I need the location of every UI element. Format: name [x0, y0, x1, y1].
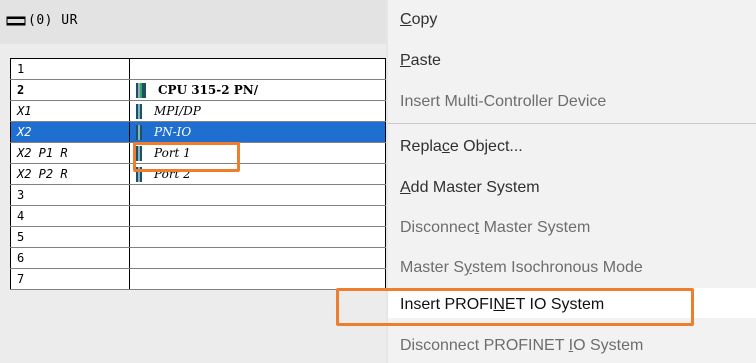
menu-item-paste[interactable]: Paste — [400, 49, 441, 73]
rack-slot-cell[interactable]: X1 — [10, 100, 130, 122]
rack-title: (0) UR — [28, 13, 78, 28]
menu-separator — [388, 123, 756, 124]
rack-module-cell[interactable]: MPI/DP — [129, 100, 386, 122]
menu-item-copy[interactable]: Copy — [400, 8, 437, 32]
menu-label-part: stem Isochronous Mode — [472, 259, 643, 276]
menu-label-part: O System — [573, 337, 644, 354]
rack-slot-cell[interactable]: 2 — [10, 79, 130, 101]
rack-title-bar[interactable]: (0) UR — [0, 0, 386, 45]
pn-io-highlight-outline — [133, 142, 240, 172]
rack-row[interactable]: 3 — [10, 184, 386, 206]
rack-slot-cell[interactable]: 3 — [10, 184, 130, 206]
menu-access-key: A — [400, 179, 411, 196]
rack-slot-cell[interactable]: 1 — [10, 58, 130, 80]
rack-slot-cell[interactable]: X2 P2 R — [10, 163, 130, 185]
menu-label-part: opy — [411, 11, 438, 28]
rack-row[interactable]: X2 PN-IO — [10, 121, 386, 143]
menu-label-part: Disconnect PROFINET — [400, 337, 569, 354]
rack-module-label: CPU 315-2 PN/ — [158, 82, 259, 97]
rack-row[interactable]: 6 — [10, 247, 386, 269]
interface-module-icon — [136, 124, 142, 140]
rack-module-cell[interactable] — [129, 268, 386, 290]
rack-slot-cell[interactable]: 5 — [10, 226, 130, 248]
rack-slot-cell[interactable]: X2 P1 R — [10, 142, 130, 164]
menu-item-replace-object[interactable]: Replace Object... — [400, 135, 523, 159]
rack-module-label: MPI/DP — [154, 103, 201, 118]
rack-row[interactable]: 4 — [10, 205, 386, 227]
rack-slot-cell[interactable]: 4 — [10, 205, 130, 227]
rack-row[interactable]: X1 MPI/DP — [10, 100, 386, 122]
rack-row[interactable]: 2 CPU 315-2 PN/ — [10, 79, 386, 101]
menu-item-disconnect-profinet-io-system[interactable]: Disconnect PROFINET IO System — [400, 334, 643, 358]
menu-access-key: C — [400, 11, 412, 28]
rack-module-cell[interactable] — [129, 226, 386, 248]
rack-module-cell[interactable] — [129, 247, 386, 269]
menu-access-key: y — [464, 259, 473, 276]
rack-icon — [6, 16, 26, 26]
rack-slot-cell[interactable]: 6 — [10, 247, 130, 269]
menu-access-key: P — [400, 52, 411, 69]
rack-row[interactable]: 5 — [10, 226, 386, 248]
rack-module-label: PN-IO — [154, 124, 192, 139]
menu-label-part: Master System — [479, 219, 591, 236]
cpu-module-icon — [136, 82, 146, 98]
menu-access-key: c — [441, 138, 450, 155]
menu-label-part: dd Master System — [410, 179, 540, 196]
menu-item-master-system-isochronous-mode[interactable]: Master System Isochronous Mode — [400, 256, 643, 280]
rack-row[interactable]: 7 — [10, 268, 386, 290]
rack-slot-cell[interactable]: X2 — [10, 121, 130, 143]
menu-label-part: aste — [410, 52, 441, 69]
menu-label-part: Insert Multi-Controller Device — [400, 93, 607, 110]
menu-label-part: Repla — [400, 138, 442, 155]
menu-item-add-master-system[interactable]: Add Master System — [400, 176, 540, 200]
rack-table: 1 2 CPU 315-2 PN/X1 MPI/DP X2 PN-IO X2 P1 R Por… — [10, 58, 386, 290]
rack-module-cell[interactable] — [129, 205, 386, 227]
menu-item-disconnect-master-system[interactable]: Disconnect Master System — [400, 216, 590, 240]
hardware-config-panel: (0) UR 1 2 CPU 315-2 PN/X1 MPI/DP X2 PN-IO X2 … — [0, 0, 386, 363]
insert-profinet-highlight-outline — [336, 288, 694, 326]
rack-module-cell[interactable]: CPU 315-2 PN/ — [129, 79, 386, 101]
menu-label-part: Disconnec — [400, 219, 475, 236]
interface-module-icon — [136, 103, 142, 119]
menu-label-part: e Object... — [449, 138, 523, 155]
rack-row[interactable]: 1 — [10, 58, 386, 80]
menu-label-part: Master S — [400, 259, 465, 276]
rack-module-cell[interactable] — [129, 58, 386, 80]
rack-module-cell[interactable]: PN-IO — [129, 121, 386, 143]
rack-area: 1 2 CPU 315-2 PN/X1 MPI/DP X2 PN-IO X2 P1 R Por… — [0, 44, 386, 363]
rack-module-cell[interactable] — [129, 184, 386, 206]
rack-slot-cell[interactable]: 7 — [10, 268, 130, 290]
menu-item-insert-multi-controller-device[interactable]: Insert Multi-Controller Device — [400, 90, 606, 114]
